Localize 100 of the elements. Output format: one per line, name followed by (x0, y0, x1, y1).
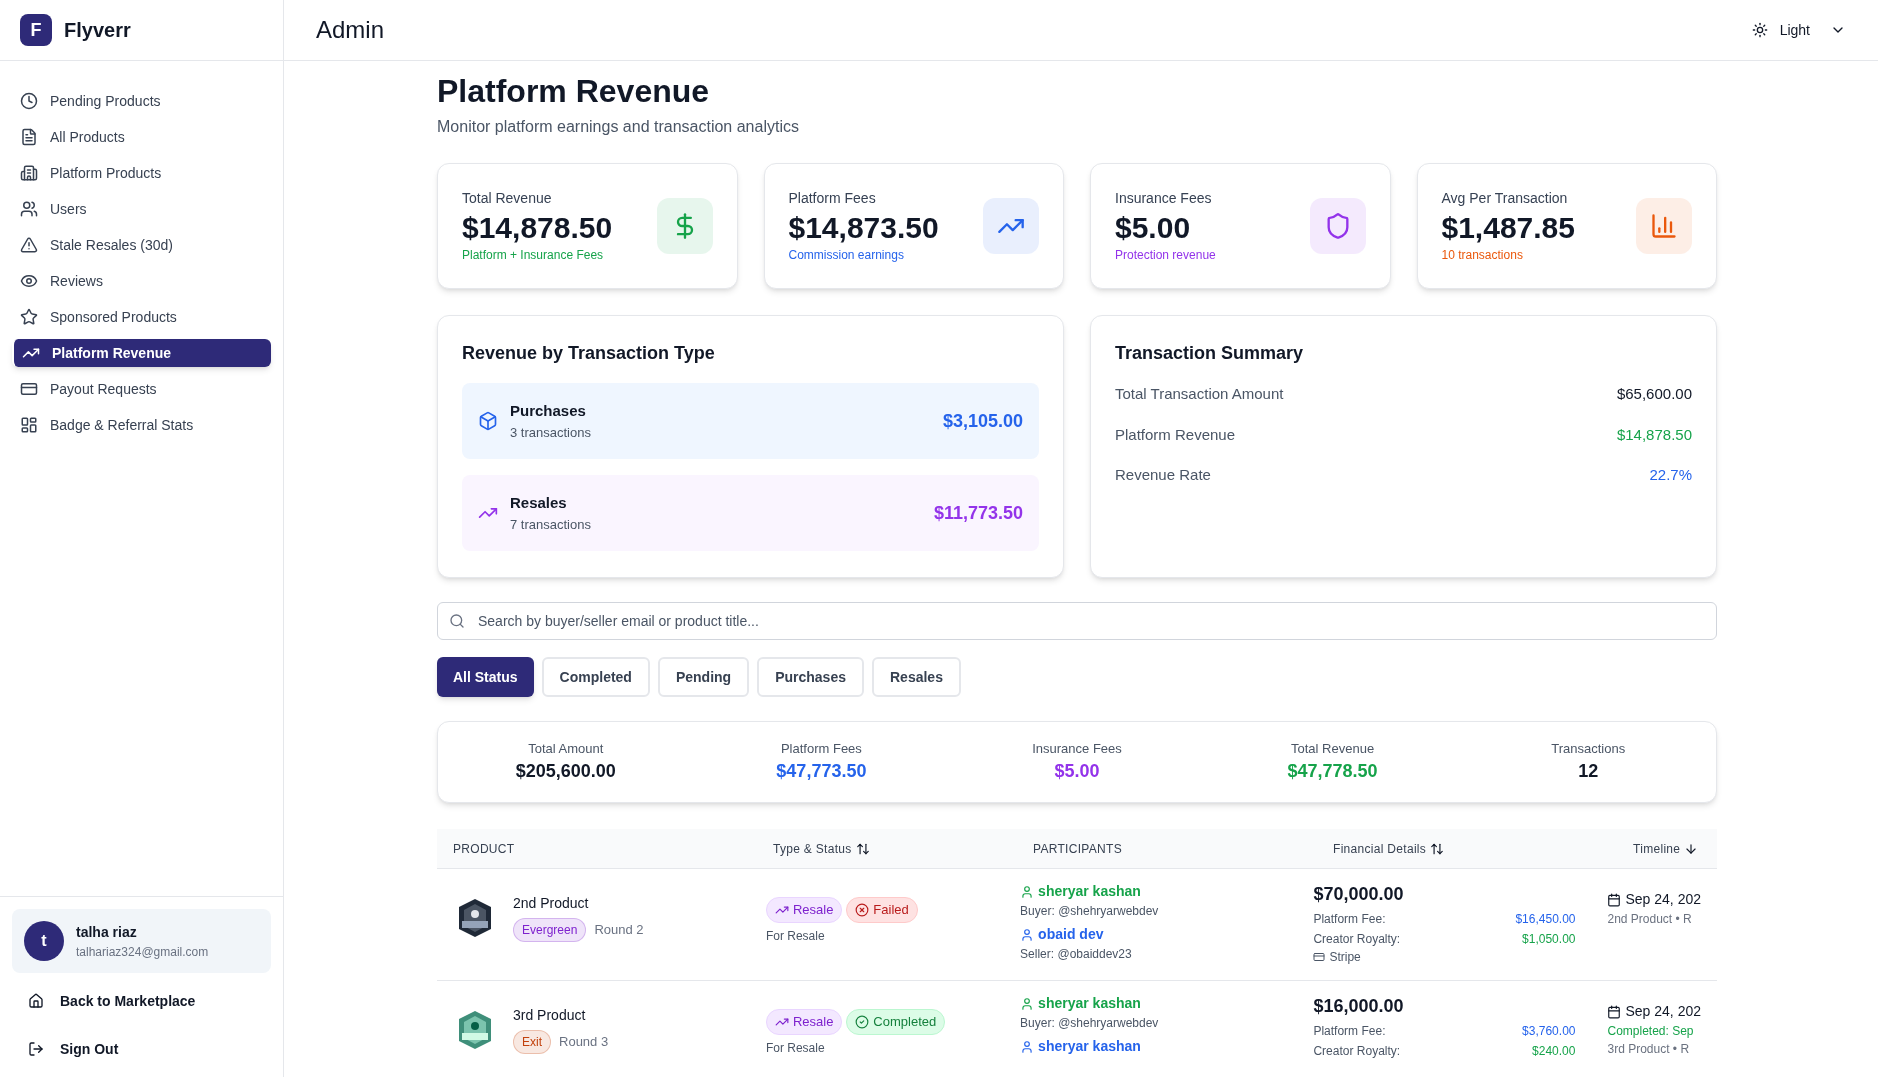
column-header: Financial Details (1333, 840, 1427, 858)
sidebar-item[interactable]: Payout Requests (12, 375, 271, 403)
user-avatar: t (24, 921, 64, 961)
total-value: 12 (1578, 760, 1599, 784)
column-header: PRODUCT (453, 840, 515, 858)
total-value: $47,773.50 (776, 760, 867, 784)
stat-value: $14,878.50 (462, 209, 613, 246)
footer-link[interactable]: Sign Out (12, 1029, 271, 1069)
total-value: $205,600.00 (515, 760, 616, 784)
column-header: Type & Status (773, 840, 852, 858)
timeline-note: 2nd Product • R (1607, 911, 1693, 928)
transaction-amount: $16,000.00 (1313, 995, 1405, 1018)
total-label: Insurance Fees (1032, 739, 1122, 758)
page-subtitle: Monitor platform earnings and transaction analytics (437, 117, 800, 137)
type-badge: Resale (765, 897, 843, 923)
summary-label: Total Transaction Amount (1115, 384, 1284, 404)
type-name: Purchases (510, 401, 587, 421)
round-label: Round 2 (594, 921, 644, 940)
fee-value: $16,450.00 (1515, 911, 1576, 928)
box-icon (478, 411, 498, 431)
total-label: Platform Fees (780, 739, 862, 758)
column-header: Timeline (1633, 840, 1681, 858)
fee-label: Platform Fee: (1313, 1023, 1386, 1040)
search-icon (449, 613, 465, 629)
timeline-date: Sep 24, 202 (1607, 889, 1701, 910)
stat-label: Avg Per Transaction (1441, 188, 1569, 208)
sort-icon[interactable] (1430, 841, 1445, 856)
sidebar-item[interactable]: Platform Revenue (12, 339, 271, 367)
eye-icon (20, 272, 38, 290)
filter-button[interactable]: Resales (872, 657, 961, 697)
type-note: For Resale (765, 1039, 826, 1057)
type-note: For Resale (765, 927, 826, 945)
stat-label: Total Revenue (462, 188, 553, 208)
column-header: PARTICIPANTS (1033, 840, 1122, 858)
star-icon (20, 308, 38, 326)
total-label: Total Revenue (1291, 739, 1375, 758)
status-badge: Completed (846, 1009, 946, 1035)
stat-note: Protection revenue (1115, 247, 1216, 265)
summary-value: $65,600.00 (1616, 384, 1692, 404)
round-label: Round 3 (559, 1033, 609, 1052)
user-icon (1020, 1039, 1035, 1054)
sidebar-item[interactable]: Users (12, 195, 271, 223)
theme-dropdown[interactable]: Light (1751, 19, 1846, 41)
timeline-date: Sep 24, 202 (1607, 1001, 1701, 1022)
product-tag: Evergreen (513, 918, 587, 942)
sidebar-item[interactable]: All Products (12, 123, 271, 151)
stat-label: Platform Fees (788, 188, 877, 208)
type-count: 7 transactions (510, 515, 591, 534)
fee-label: Creator Royalty: (1313, 931, 1401, 948)
card-icon (20, 380, 38, 398)
stat-value: $1,487.85 (1441, 209, 1575, 246)
buyer-handle: Buyer: @shehryarwebdev (1020, 903, 1160, 920)
buyer-handle: Buyer: @shehryarwebdev (1020, 1015, 1160, 1032)
product-title: 2nd Product (513, 894, 590, 913)
filter-button[interactable]: All Status (437, 657, 534, 697)
type-name: Resales (510, 493, 568, 513)
sign-out-icon (28, 1041, 44, 1057)
sort-icon[interactable] (855, 841, 870, 856)
users-icon (20, 200, 38, 218)
buyer-name: sheryar kashan (1020, 881, 1314, 902)
fee-label: Creator Royalty: (1313, 1043, 1401, 1060)
bar-chart-icon (1650, 212, 1678, 240)
stat-value: $5.00 (1115, 209, 1192, 246)
total-label: Transactions (1551, 739, 1626, 758)
logo-mark: F (20, 14, 52, 46)
seller-name: obaid dev (1020, 924, 1314, 945)
sidebar-item[interactable]: Badge & Referral Stats (12, 411, 271, 439)
fee-value: $1,050.00 (1522, 931, 1576, 948)
building-icon (20, 164, 38, 182)
filter-button[interactable]: Pending (657, 657, 750, 697)
total-value: $47,778.50 (1287, 760, 1378, 784)
sidebar-item[interactable]: Pending Products (12, 87, 271, 115)
stat-label: Insurance Fees (1115, 188, 1213, 208)
user-email: talhariaz324@gmail.com (76, 943, 209, 961)
seller-name: sheryar kashan (1020, 1036, 1314, 1057)
buyer-name: sheryar kashan (1020, 993, 1314, 1014)
check-circle-icon (855, 1014, 870, 1029)
stat-note: Commission earnings (788, 247, 905, 265)
card-title: Revenue by Transaction Type (462, 342, 716, 365)
type-amount: $3,105.00 (942, 409, 1023, 433)
transaction-amount: $70,000.00 (1313, 883, 1405, 906)
calendar-icon (1607, 1004, 1622, 1019)
filter-button[interactable]: Purchases (757, 657, 864, 697)
footer-link[interactable]: Back to Marketplace (12, 981, 271, 1021)
total-value: $5.00 (1054, 760, 1100, 784)
search-field[interactable]: Search by buyer/seller email or product title... (437, 602, 1717, 640)
type-amount: $11,773.50 (933, 501, 1023, 525)
sidebar-item[interactable]: Reviews (12, 267, 271, 295)
fee-label: Platform Fee: (1313, 911, 1386, 928)
error-icon (855, 902, 870, 917)
sidebar-item[interactable]: Stale Resales (30d) (12, 231, 271, 259)
fee-value: $3,760.00 (1522, 1023, 1576, 1040)
filter-button[interactable]: Completed (541, 657, 650, 697)
summary-value: 22.7% (1649, 465, 1692, 485)
user-name: talha riaz (76, 922, 138, 942)
timeline-note: Completed: Sep (1607, 1023, 1695, 1040)
sidebar-item[interactable]: Platform Products (12, 159, 271, 187)
type-badge: Resale (765, 1009, 843, 1035)
sidebar-item[interactable]: Sponsored Products (12, 303, 271, 331)
stat-value: $14,873.50 (788, 209, 939, 246)
